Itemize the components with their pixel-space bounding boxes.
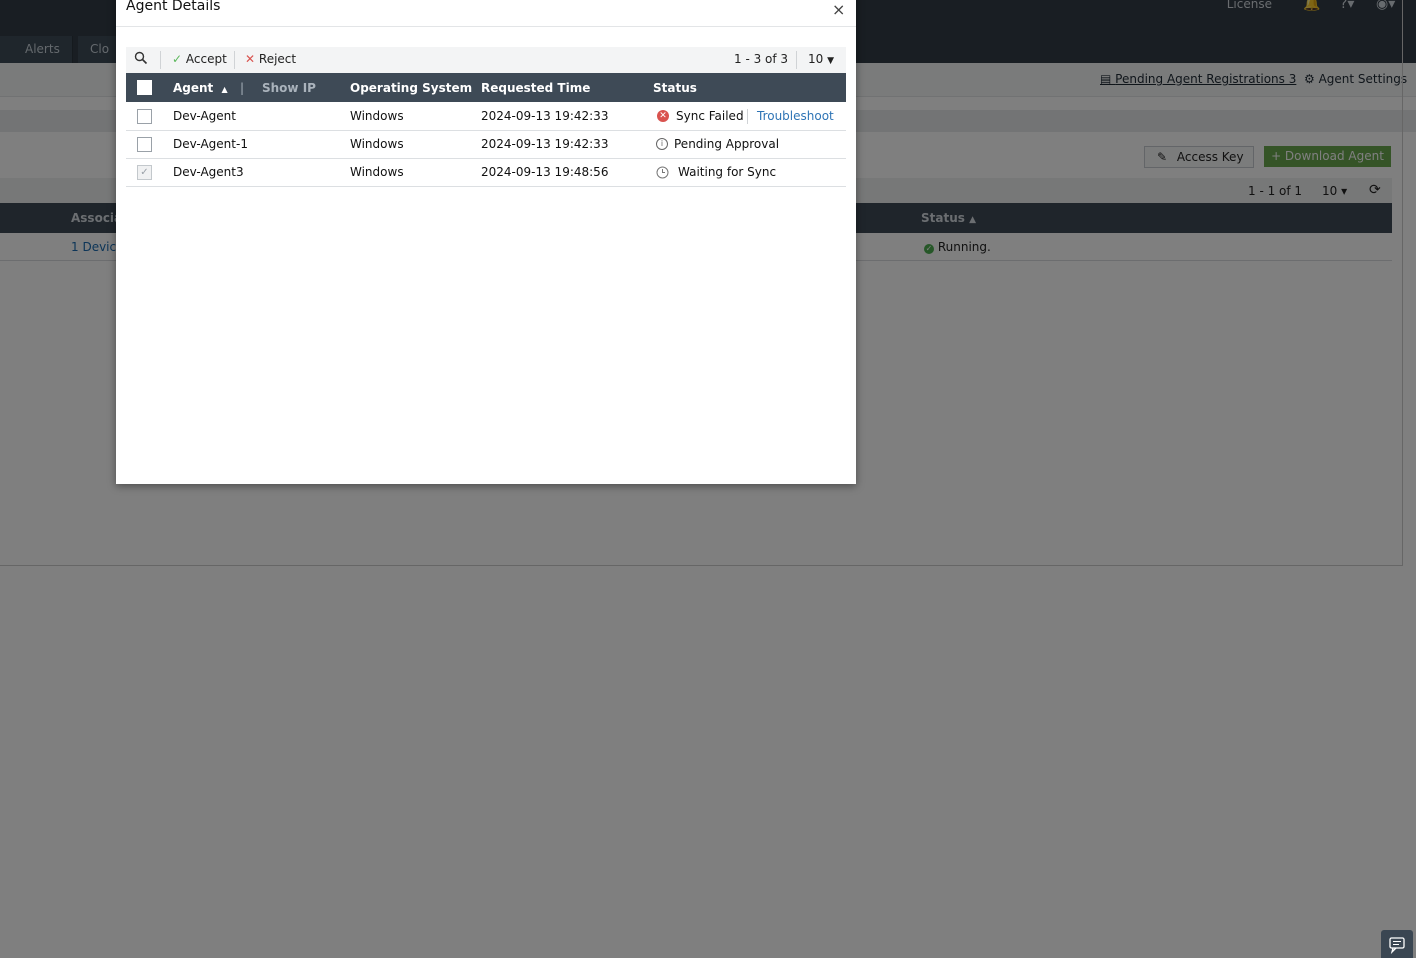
column-separator: |	[240, 81, 245, 95]
info-icon: i	[656, 138, 668, 150]
accept-button[interactable]: ✓ Accept	[172, 52, 227, 66]
page-size-select[interactable]: 10 ▼	[808, 52, 834, 66]
table-row[interactable]: Dev-Agent-1 Windows 2024-09-13 19:42:33 …	[126, 131, 846, 159]
status-text: Sync Failed	[676, 109, 744, 123]
troubleshoot-link[interactable]: Troubleshoot	[757, 109, 834, 123]
chat-icon	[1389, 937, 1405, 955]
row-checkbox[interactable]	[137, 109, 152, 124]
sort-asc-icon: ▲	[221, 85, 228, 94]
agent-os: Windows	[350, 109, 404, 123]
modal-title: Agent Details	[126, 0, 221, 14]
status-text: Waiting for Sync	[678, 165, 777, 179]
search-icon[interactable]	[134, 51, 148, 68]
column-status[interactable]: Status	[653, 81, 697, 95]
accept-label: Accept	[185, 52, 227, 66]
close-icon[interactable]: ×	[832, 0, 845, 19]
agent-os: Windows	[350, 137, 404, 151]
select-all-checkbox[interactable]	[137, 80, 152, 95]
requested-time: 2024-09-13 19:42:33	[481, 137, 609, 151]
table-row[interactable]: Dev-Agent Windows 2024-09-13 19:42:33 ✕ …	[126, 103, 846, 131]
toolbar-divider	[234, 51, 235, 69]
toolbar-divider	[160, 51, 161, 69]
cross-icon: ✕	[245, 52, 256, 66]
reject-label: Reject	[258, 52, 297, 66]
requested-time: 2024-09-13 19:42:33	[481, 109, 609, 123]
chevron-down-icon: ▼	[827, 56, 835, 66]
clock-icon	[656, 166, 669, 182]
column-agent-label: Agent	[173, 81, 214, 95]
chat-button[interactable]	[1381, 930, 1413, 958]
agent-name: Dev-Agent	[173, 109, 236, 123]
agent-os: Windows	[350, 165, 404, 179]
show-ip-toggle[interactable]: Show IP	[262, 81, 316, 95]
row-checkbox[interactable]	[137, 137, 152, 152]
grid-header: Agent ▲ | Show IP Operating System Reque…	[126, 73, 846, 102]
table-row[interactable]: ✓ Dev-Agent3 Windows 2024-09-13 19:48:56…	[126, 159, 846, 187]
page-size-value: 10	[808, 52, 824, 66]
error-icon: ✕	[657, 110, 669, 122]
toolbar-divider	[796, 51, 797, 69]
check-icon: ✓	[172, 52, 183, 66]
column-agent[interactable]: Agent ▲	[173, 81, 228, 95]
agent-name: Dev-Agent3	[173, 165, 244, 179]
requested-time: 2024-09-13 19:48:56	[481, 165, 609, 179]
status-text: Pending Approval	[674, 137, 780, 151]
title-divider	[116, 26, 856, 27]
column-requested-time[interactable]: Requested Time	[481, 81, 590, 95]
agent-details-modal: Agent Details × ✓ Accept ✕ Reject 1 - 3 …	[116, 0, 856, 484]
agent-name: Dev-Agent-1	[173, 137, 248, 151]
status-divider	[747, 109, 748, 124]
modal-toolbar: ✓ Accept ✕ Reject 1 - 3 of 3 10 ▼	[126, 47, 846, 74]
pager-range: 1 - 3 of 3	[734, 52, 789, 66]
row-checkbox-checked[interactable]: ✓	[137, 165, 152, 180]
column-os[interactable]: Operating System	[350, 81, 472, 95]
reject-button[interactable]: ✕ Reject	[245, 52, 296, 66]
